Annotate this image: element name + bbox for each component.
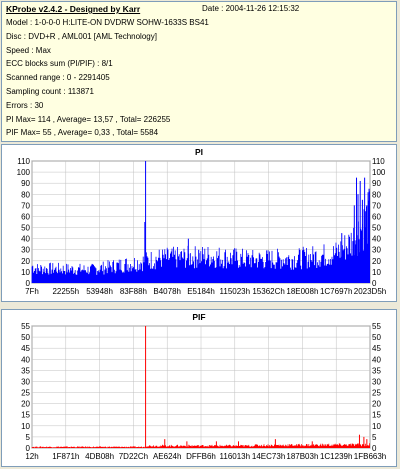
x-tick-label: 7D22Ch [119, 452, 148, 461]
y-tick-label-right: 110 [372, 157, 385, 166]
y-tick-label-left: 80 [21, 190, 30, 199]
y-tick-label-left: 35 [21, 366, 30, 375]
y-tick-label-left: 20 [21, 257, 30, 266]
ecc-blocks-info: ECC blocks sum (PI/PIF) : 8/1 [6, 59, 113, 69]
y-tick-label-left: 100 [17, 168, 31, 177]
pif-chart: PIF0 05 510 1015 1520 2025 2530 3035 3540 4045 455… [21, 312, 386, 461]
errors-info: Errors : 30 [6, 100, 44, 110]
x-tick-label: 12h [25, 452, 38, 461]
x-tick-label: 1C7697h [320, 287, 352, 296]
x-tick-label: 15362Ch [252, 287, 284, 296]
x-tick-label: 14EC73h [252, 452, 285, 461]
y-tick-label-right: 40 [372, 355, 381, 364]
scan-date: Date : 2004-11-26 12:15:32 [202, 4, 300, 13]
y-tick-label-right: 100 [372, 168, 386, 177]
x-tick-label: AE624h [153, 452, 181, 461]
y-tick-label-left: 40 [21, 355, 30, 364]
y-tick-label-left: 40 [21, 235, 30, 244]
y-tick-label-right: 35 [372, 366, 381, 375]
pi-chart: PI0 010 1020 2030 3040 4050 5060 6070 7080 8090 90… [17, 147, 387, 296]
x-tick-label: 2023D5h [354, 287, 386, 296]
x-tick-label: 116013h [220, 452, 251, 461]
x-tick-label: 115023h [220, 287, 251, 296]
y-tick-label-left: 20 [21, 400, 30, 409]
app-title: KProbe v2.4.2 - Designed by Karr [6, 4, 141, 14]
y-tick-label-left: 15 [21, 411, 30, 420]
y-tick-label-left: 55 [21, 322, 30, 331]
y-tick-label-left: 45 [21, 344, 30, 353]
chart-title: PIF [192, 312, 205, 322]
x-tick-label: DFFB6h [186, 452, 216, 461]
y-tick-label-left: 10 [21, 422, 30, 431]
x-tick-label: 53948h [86, 287, 113, 296]
pif-stats: PIF Max= 55 , Average= 0,33 , Total= 558… [6, 128, 159, 138]
y-tick-label-left: 90 [21, 179, 30, 188]
y-tick-label-left: 70 [21, 201, 30, 210]
y-tick-label-left: 110 [17, 157, 30, 166]
disc-info: Disc : DVD+R , AML001 [AML Technology] [6, 31, 157, 41]
y-tick-label-right: 10 [372, 422, 381, 431]
y-tick-label-right: 90 [372, 179, 381, 188]
y-tick-label-right: 20 [372, 257, 381, 266]
x-tick-label: E5184h [187, 287, 215, 296]
x-tick-label: 18E008h [286, 287, 318, 296]
y-tick-label-right: 50 [372, 224, 381, 233]
pi-chart-panel: PI 0 0 10 10 20 20 30 30 40 40 50 50 60 60 70 70 80 80 90 90… [1, 144, 397, 302]
pi-stats: PI Max= 114 , Average= 13,57 , Total= 22… [6, 114, 171, 124]
y-tick-label-right: 40 [372, 235, 381, 244]
x-tick-label: 83F88h [120, 287, 147, 296]
x-tick-label: 4DB08h [85, 452, 114, 461]
speed-info: Speed : Max [6, 45, 51, 55]
x-tick-label: 187B03h [286, 452, 318, 461]
y-tick-label-right: 30 [372, 246, 381, 255]
x-tick-label: B4078h [153, 287, 181, 296]
y-tick-label-left: 10 [21, 268, 30, 277]
y-tick-label-right: 10 [372, 268, 381, 277]
y-tick-label-right: 5 [372, 433, 377, 442]
scanned-range-info: Scanned range : 0 - 2291405 [6, 73, 110, 83]
y-tick-label-right: 20 [372, 400, 381, 409]
info-panel: KProbe v2.4.2 - Designed by Karr Date : … [1, 1, 397, 142]
y-tick-label-left: 50 [21, 224, 30, 233]
y-tick-label-left: 25 [21, 389, 30, 398]
x-tick-label: 1C1239h [320, 452, 352, 461]
sampling-count-info: Sampling count : 113871 [6, 87, 94, 96]
y-tick-label-right: 25 [372, 389, 381, 398]
chart-title: PI [195, 147, 203, 157]
y-tick-label-right: 50 [372, 333, 381, 342]
y-tick-label-right: 55 [372, 322, 381, 331]
x-tick-label: 1FB663h [354, 452, 386, 461]
y-tick-label-right: 60 [372, 212, 381, 221]
y-tick-label-left: 60 [21, 212, 30, 221]
x-tick-label: 1F871h [52, 452, 79, 461]
x-tick-label: 7Fh [25, 287, 39, 296]
y-tick-label-left: 30 [21, 377, 30, 386]
y-tick-label-left: 30 [21, 246, 30, 255]
y-tick-label-right: 45 [372, 344, 381, 353]
x-tick-label: 22255h [52, 287, 79, 296]
y-tick-label-left: 5 [26, 433, 31, 442]
y-tick-label-right: 15 [372, 411, 381, 420]
y-tick-label-right: 80 [372, 190, 381, 199]
y-tick-label-right: 30 [372, 377, 381, 386]
y-tick-label-left: 50 [21, 333, 30, 342]
y-tick-label-right: 70 [372, 201, 381, 210]
pif-chart-panel: PIF 0 0 5 5 10 10 15 15 20 20 25 25 30 30 35 35 40 40 45 45 5… [1, 309, 397, 467]
drive-model: Model : 1-0-0-0 H:LITE-ON DVDRW SOHW-163… [6, 18, 209, 27]
